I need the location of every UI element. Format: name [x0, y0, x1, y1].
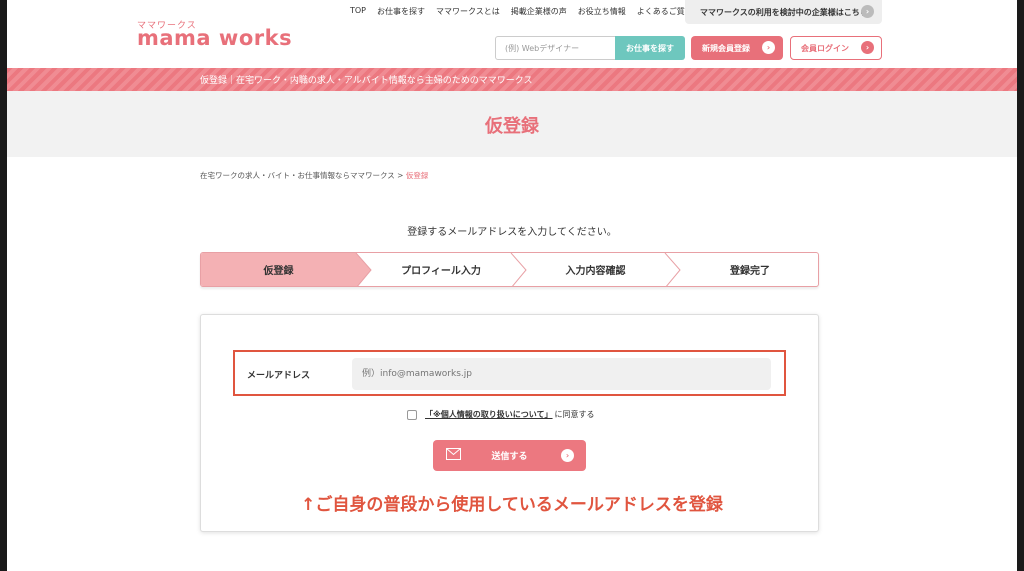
privacy-agreement: 「※個人情報の取り扱いについて」 に同意する	[407, 409, 595, 420]
step-2: プロフィール入力	[401, 266, 481, 277]
step-1: 仮登録	[263, 266, 294, 277]
corporate-link-button[interactable]: ママワークスの利用を検討中の企業様はこちら ›	[685, 0, 882, 24]
email-label: メールアドレス	[247, 371, 311, 381]
nav-item-tips[interactable]: お役立ち情報	[578, 6, 626, 17]
email-field[interactable]	[352, 358, 771, 390]
breadcrumb-current: 仮登録	[405, 171, 429, 180]
submit-button[interactable]: 送信する ›	[433, 440, 586, 471]
chevron-right-icon: ›	[861, 41, 874, 54]
nav-item-find-jobs[interactable]: お仕事を探す	[377, 6, 425, 17]
login-button[interactable]: 会員ログイン ›	[790, 36, 882, 60]
nav-item-top[interactable]: TOP	[350, 6, 366, 17]
nav-item-about[interactable]: ママワークスとは	[436, 6, 500, 17]
corporate-link-label: ママワークスの利用を検討中の企業様はこちら	[700, 7, 868, 17]
site-logo[interactable]: mama works	[137, 26, 292, 50]
step-3: 入力内容確認	[565, 266, 626, 277]
privacy-policy-link[interactable]: 「※個人情報の取り扱いについて」	[425, 409, 553, 420]
job-search-button[interactable]: お仕事を探す	[615, 36, 685, 60]
step-divider	[664, 253, 681, 286]
window-frame-right	[1017, 0, 1024, 571]
progress-steps: 仮登録 プロフィール入力 入力内容確認 登録完了	[200, 252, 819, 287]
mail-icon	[446, 448, 461, 460]
login-button-label: 会員ログイン	[801, 43, 849, 53]
window-frame-left	[0, 0, 7, 571]
breadcrumb-separator: >	[397, 171, 404, 180]
stripe-text: 仮登録｜在宅ワーク・内職の求人・アルバイト情報なら主婦のためのママワークス	[200, 76, 533, 86]
breadcrumb-home[interactable]: 在宅ワークの求人・バイト・お仕事情報ならママワークス	[200, 171, 395, 180]
breadcrumb: 在宅ワークの求人・バイト・お仕事情報ならママワークス > 仮登録	[200, 170, 428, 181]
chevron-right-icon: ›	[762, 41, 775, 54]
chevron-right-icon: ›	[561, 449, 574, 462]
step-divider	[510, 253, 527, 286]
register-button-label: 新規会員登録	[702, 43, 750, 53]
step-4: 登録完了	[730, 266, 770, 277]
privacy-checkbox[interactable]	[407, 409, 417, 420]
page: ママワークス mama works TOP お仕事を探す ママワークスとは 掲載…	[7, 0, 1017, 571]
agree-suffix: に同意する	[554, 410, 595, 419]
submit-button-label: 送信する	[491, 452, 528, 462]
instruction-text: 登録するメールアドレスを入力してください。	[407, 227, 617, 238]
page-title: 仮登録	[485, 116, 539, 137]
annotation-text: ↑ご自身の普段から使用しているメールアドレスを登録	[301, 495, 723, 515]
top-nav: TOP お仕事を探す ママワークスとは 掲載企業様の声 お役立ち情報 よくあるご…	[350, 6, 704, 17]
nav-item-testimonials[interactable]: 掲載企業様の声	[511, 6, 567, 17]
register-button[interactable]: 新規会員登録 ›	[691, 36, 783, 60]
chevron-right-icon: ›	[861, 5, 874, 18]
job-search-input[interactable]: (例) Webデザイナー	[495, 36, 616, 60]
